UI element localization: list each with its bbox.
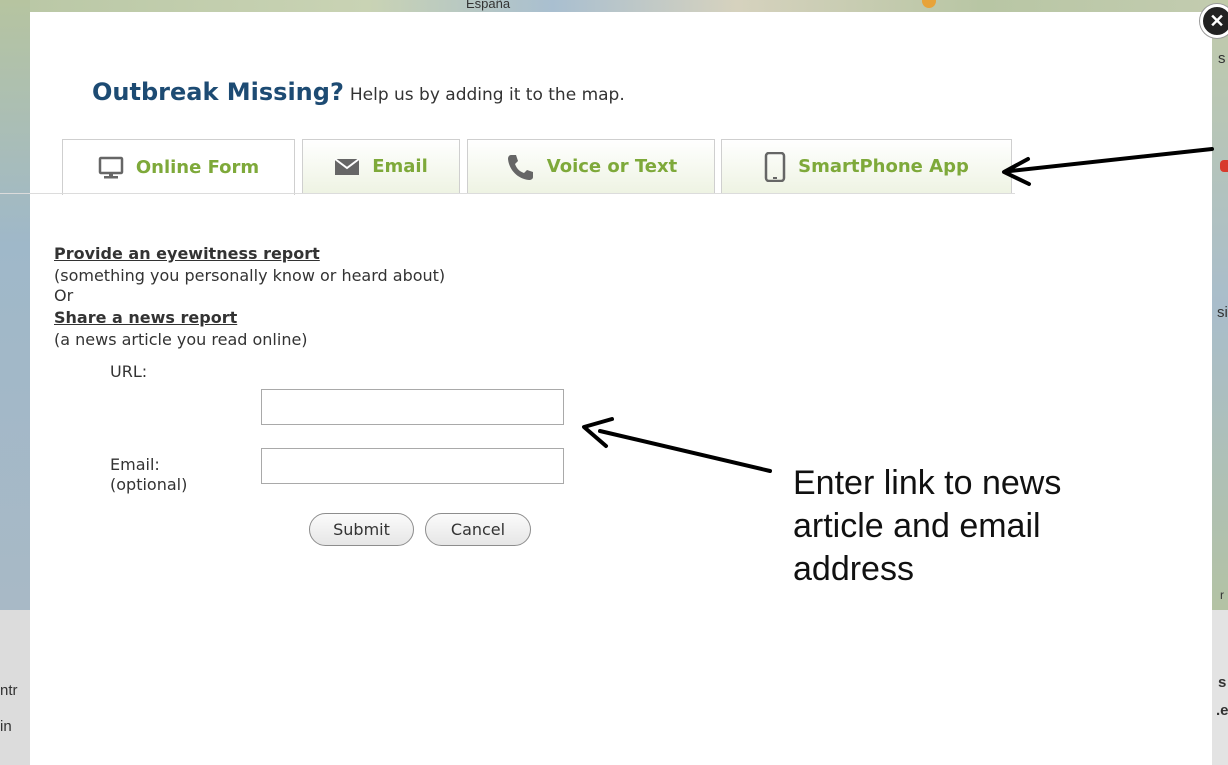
arrow-to-input-fields [582, 417, 772, 473]
annotation-arrows [582, 147, 1214, 473]
arrow-to-tabs [1002, 147, 1214, 186]
